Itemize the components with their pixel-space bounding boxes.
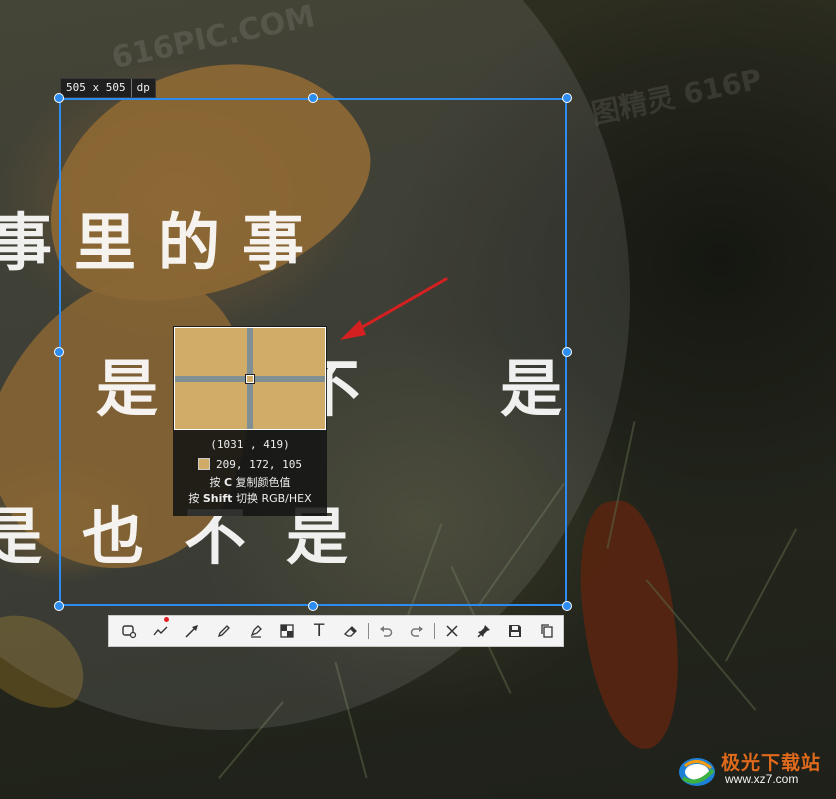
hint-prefix: 按 (188, 492, 203, 505)
pin-icon (477, 625, 490, 638)
arrow-icon (185, 625, 199, 638)
color-swatch (197, 458, 210, 470)
resize-handle-top-right[interactable] (562, 93, 572, 103)
toolbar-divider (434, 623, 436, 639)
cursor-position: (1031 , 419) (210, 438, 290, 451)
mosaic-tool-button[interactable] (272, 616, 304, 646)
rectangle-tool-button[interactable] (113, 616, 145, 646)
text-icon: T (313, 621, 325, 641)
resize-handle-bottom-right[interactable] (562, 601, 572, 611)
mosaic-icon (280, 624, 295, 638)
hint-key-shift: Shift (202, 492, 233, 505)
resize-handle-top[interactable] (308, 93, 318, 103)
color-picker-magnifier: (1031 , 419) 209, 172, 105 按 C 复制颜色值 按 S… (173, 326, 327, 516)
marker-icon (250, 625, 262, 638)
magnified-pixel-view (174, 327, 326, 430)
hint-suffix: 切换 RGB/HEX (232, 492, 312, 505)
text-tool-button[interactable]: T (303, 616, 335, 646)
copy-color-hint: 按 C 复制颜色值 (173, 475, 327, 491)
redo-button[interactable] (401, 616, 433, 646)
close-icon (446, 625, 458, 637)
cancel-button[interactable] (436, 616, 468, 646)
switch-format-hint: 按 Shift 切换 RGB/HEX (173, 491, 327, 507)
pencil-tool-button[interactable] (208, 616, 240, 646)
active-indicator-dot (163, 617, 169, 622)
pin-button[interactable] (468, 616, 500, 646)
undo-icon (379, 626, 392, 637)
resize-handle-left[interactable] (54, 347, 64, 357)
resize-handle-right[interactable] (562, 347, 572, 357)
selection-unit: dp (130, 79, 155, 97)
hint-key-c: C (223, 476, 233, 489)
save-icon (509, 625, 522, 637)
save-button[interactable] (500, 616, 532, 646)
site-logo-icon (679, 758, 715, 786)
site-logo-url: www.xz7.com (725, 772, 799, 786)
undo-button[interactable] (370, 616, 402, 646)
hint-prefix: 按 (209, 476, 224, 489)
arrow-tool-button[interactable] (176, 616, 208, 646)
redo-icon (411, 626, 424, 637)
toolbar-divider (367, 623, 369, 639)
color-value-row: 209, 172, 105 (173, 453, 327, 475)
eraser-icon (343, 626, 357, 637)
copy-button[interactable] (531, 616, 563, 646)
pencil-icon (217, 625, 230, 638)
annotation-toolbar: T (108, 615, 564, 647)
site-logo: 极光下载站 www.xz7.com (675, 744, 833, 796)
crosshair-center (245, 374, 255, 384)
marker-tool-button[interactable] (240, 616, 272, 646)
rgb-value: 209, 172, 105 (215, 457, 303, 471)
selection-size-badge: 505 x 505 dp (60, 78, 156, 98)
site-logo-title: 极光下载站 (721, 752, 822, 774)
selection-dimensions: 505 x 505 (66, 81, 126, 94)
curve-tool-button[interactable] (145, 616, 177, 646)
resize-handle-bottom-left[interactable] (54, 601, 64, 611)
resize-handle-bottom[interactable] (308, 601, 318, 611)
copy-icon (541, 624, 553, 638)
rectangle-icon (122, 625, 136, 639)
hint-suffix: 复制颜色值 (232, 476, 291, 489)
curve-icon (153, 626, 168, 636)
resize-handle-top-left[interactable] (54, 93, 64, 103)
magnifier-info: (1031 , 419) 209, 172, 105 按 C 复制颜色值 按 S… (173, 432, 327, 507)
eraser-tool-button[interactable] (335, 616, 367, 646)
